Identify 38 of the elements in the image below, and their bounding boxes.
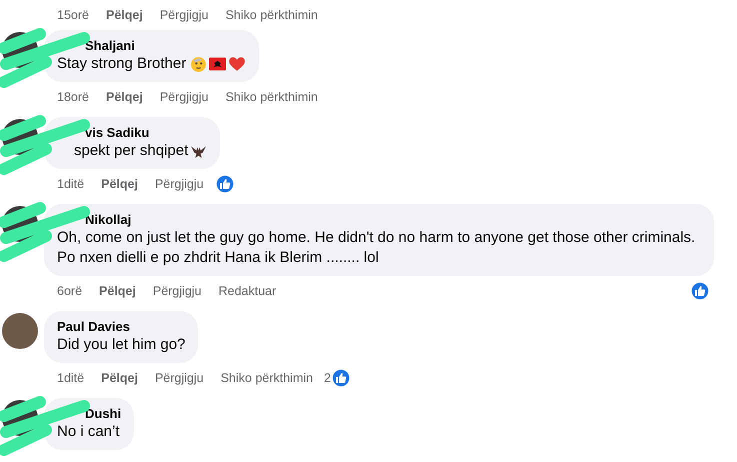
action-timestamp: 15orë	[57, 6, 89, 24]
action-translate-link[interactable]: Shiko përkthimin	[225, 88, 318, 106]
reaction-count: 2	[324, 370, 331, 387]
action-like-link[interactable]: Pëlqej	[101, 174, 138, 194]
action-translate-link[interactable]: Shiko përkthimin	[225, 6, 318, 24]
action-like-link[interactable]: Pëlqej	[101, 368, 138, 388]
action-like-link[interactable]: Pëlqej	[99, 282, 136, 300]
action-timestamp: 1ditë	[57, 370, 84, 387]
action-translate-link[interactable]: Shiko përkthimin	[220, 368, 313, 388]
author-name[interactable]: Dushi	[57, 405, 122, 422]
heart-icon	[228, 56, 246, 72]
author-name[interactable]: vis Sadiku	[57, 124, 208, 141]
action-reply-link[interactable]: Përgjigju	[154, 368, 204, 388]
comment-text: No i can’t	[57, 422, 121, 442]
comment-text: Oh, come on just let the guy go home. He didn't do no harm to anyone get those other criminals. Po nxen dielli e po zhdrit Hana ik Blerim ........ lol	[57, 228, 696, 268]
author-name[interactable]: Nikollaj	[57, 211, 701, 228]
author-name[interactable]: Shaljani	[57, 37, 246, 54]
like-reaction-icon	[214, 174, 235, 194]
action-edited-label: Redaktuar	[218, 282, 276, 300]
action-like-link[interactable]: Pëlqej	[106, 88, 143, 106]
photo-placeholder	[2, 313, 38, 349]
action-reply-link[interactable]: Përgjigju	[160, 88, 208, 106]
comment-text: Did you let him go?	[57, 335, 186, 355]
like-reaction-icon	[330, 368, 351, 388]
like-reaction-icon	[690, 281, 710, 301]
action-reply-link[interactable]: Përgjigju	[152, 282, 202, 300]
action-reply-link[interactable]: Përgjigju	[154, 174, 204, 194]
action-timestamp: 18orë	[57, 88, 89, 106]
action-reply-link[interactable]: Përgjigju	[160, 6, 208, 24]
author-name[interactable]: Paul Davies	[57, 318, 186, 335]
saluting-face-icon	[190, 56, 208, 73]
comment-text: spekt per shqipet	[57, 141, 208, 161]
action-timestamp: 1ditë	[57, 176, 84, 193]
action-like-link[interactable]: Pëlqej	[106, 6, 143, 24]
eagle-icon	[190, 144, 208, 159]
comment-text: Stay strong Brother	[57, 54, 246, 74]
flag-icon	[209, 57, 226, 72]
action-timestamp: 6orë	[57, 282, 82, 300]
